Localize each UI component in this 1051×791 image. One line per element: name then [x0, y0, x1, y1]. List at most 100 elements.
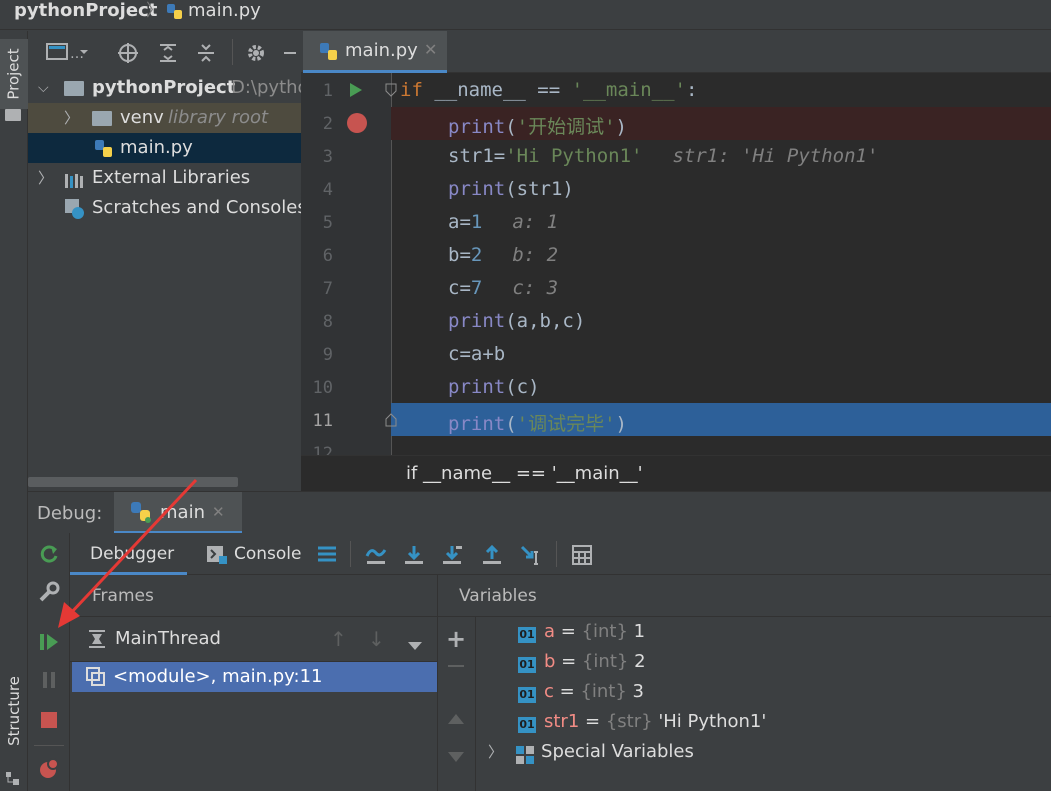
- editor-tab-main-py[interactable]: main.py ✕: [303, 31, 447, 73]
- chevron-right-icon[interactable]: 〉: [38, 163, 53, 193]
- add-watch-icon[interactable]: +: [446, 625, 466, 653]
- debug-config-tab-main[interactable]: main ✕: [114, 492, 242, 534]
- wrench-icon[interactable]: [38, 581, 60, 603]
- run-icon[interactable]: [349, 82, 363, 103]
- python-icon: [130, 501, 152, 528]
- view-mode-dropdown-icon[interactable]: …: [46, 41, 88, 63]
- previous-frame-icon[interactable]: ↑: [330, 627, 347, 651]
- project-toolbar: …: [28, 31, 301, 73]
- structure-tab-label: Structure: [5, 676, 23, 746]
- hamburger-menu-icon[interactable]: [316, 543, 338, 565]
- breakpoint-icon[interactable]: [347, 113, 367, 133]
- line-number: 7: [322, 279, 333, 299]
- fold-icon[interactable]: [385, 82, 397, 102]
- chevron-down-icon[interactable]: [408, 635, 422, 655]
- rerun-icon[interactable]: [38, 543, 60, 565]
- code-line-4: print(str1): [448, 178, 574, 200]
- python-file-icon: [94, 139, 114, 163]
- variable-row[interactable]: 01 str1 = {str} 'Hi Python1': [518, 707, 766, 737]
- code-editor[interactable]: 1 2 3 4 5 6 7 8 9 10 11 12 if __name__ =…: [301, 73, 1051, 455]
- venv-label: venv: [120, 107, 164, 128]
- close-icon[interactable]: ✕: [424, 40, 437, 59]
- editor-breadcrumb-bar: if __name__ == '__main__': [301, 455, 1051, 491]
- close-icon[interactable]: ✕: [212, 503, 225, 521]
- thread-icon: [88, 629, 106, 654]
- folder-icon: [64, 81, 84, 96]
- locate-file-icon[interactable]: [116, 41, 140, 65]
- variables-label: Variables: [459, 586, 537, 606]
- tree-item-venv[interactable]: 〉 venv library root: [28, 103, 301, 133]
- console-icon: [206, 545, 228, 570]
- line-number: 2: [322, 114, 333, 134]
- pause-icon[interactable]: [38, 669, 60, 691]
- stack-frame-item[interactable]: <module>, main.py:11: [72, 662, 437, 692]
- stop-icon[interactable]: [38, 709, 60, 731]
- tree-item-scratches[interactable]: Scratches and Consoles: [28, 193, 301, 223]
- run-to-cursor-icon[interactable]: [518, 543, 544, 567]
- variable-type-icon: 01: [518, 717, 536, 733]
- tree-item-external-libraries[interactable]: 〉 External Libraries: [28, 163, 301, 193]
- folder-icon: [5, 109, 21, 121]
- external-libraries-label: External Libraries: [92, 167, 251, 188]
- svg-text:…: …: [70, 46, 84, 62]
- structure-tool-tab[interactable]: Structure: [0, 661, 28, 761]
- tree-item-main-py[interactable]: main.py: [28, 133, 301, 163]
- tab-debugger-label: Debugger: [90, 544, 175, 564]
- code-line-3: str1='Hi Python1' str1: 'Hi Python1': [448, 145, 879, 167]
- debug-title: Debug:: [37, 503, 103, 524]
- left-tool-strip: Project Structure: [0, 31, 28, 791]
- remove-watch-icon[interactable]: [448, 665, 464, 667]
- tab-console[interactable]: Console: [204, 533, 304, 575]
- gear-icon[interactable]: [244, 41, 268, 65]
- variable-type-icon: 01: [518, 687, 536, 703]
- move-down-icon[interactable]: [448, 747, 464, 767]
- project-tool-tab[interactable]: Project: [0, 39, 28, 109]
- variable-row[interactable]: 01 a = {int} 1: [518, 617, 645, 647]
- code-line-10: print(c): [448, 376, 540, 398]
- chevron-right-icon[interactable]: 〉: [64, 103, 79, 133]
- variable-type-icon: 01: [518, 657, 536, 673]
- project-panel: … ⌵ pythonProject D:\pytho 〉 venv librar…: [28, 31, 301, 491]
- code-line-1: if __name__ == '__main__':: [400, 79, 698, 101]
- frames-header: Frames: [70, 575, 438, 617]
- toolbar-divider: [232, 39, 233, 65]
- library-icon: [64, 170, 86, 193]
- special-variables-row[interactable]: 〉 Special Variables: [488, 737, 694, 767]
- python-file-icon: [319, 42, 339, 67]
- evaluate-expression-icon[interactable]: [570, 543, 594, 567]
- debugger-toolbar: Debugger Console: [70, 533, 1051, 575]
- toolbar-divider: [350, 541, 351, 567]
- code-line-8: print(a,b,c): [448, 310, 586, 332]
- code-line-9: c=a+b: [448, 343, 506, 365]
- next-frame-icon[interactable]: ↓: [368, 627, 385, 651]
- view-breakpoints-icon[interactable]: [38, 757, 60, 779]
- tab-debugger[interactable]: Debugger: [70, 533, 187, 575]
- collapse-all-icon[interactable]: [194, 41, 218, 65]
- tree-item-project-root[interactable]: ⌵ pythonProject D:\pytho: [28, 73, 301, 103]
- project-root-label: pythonProject: [92, 77, 236, 98]
- horizontal-scrollbar[interactable]: [28, 477, 238, 487]
- chevron-right-icon[interactable]: 〉: [488, 743, 503, 761]
- expand-all-icon[interactable]: [156, 41, 180, 65]
- minimize-icon[interactable]: [282, 41, 298, 65]
- breadcrumb-project[interactable]: pythonProject: [14, 0, 157, 22]
- step-over-icon[interactable]: [402, 543, 426, 567]
- code-scope-breadcrumb[interactable]: if __name__ == '__main__': [406, 463, 643, 484]
- editor-tab-bar: main.py ✕: [301, 31, 1051, 73]
- fold-end-icon[interactable]: [385, 412, 397, 432]
- chevron-down-icon[interactable]: ⌵: [38, 73, 49, 103]
- step-into-icon[interactable]: [440, 543, 464, 567]
- thread-name: MainThread: [115, 628, 221, 649]
- thread-selector[interactable]: MainThread ↑ ↓: [70, 617, 438, 662]
- breadcrumb-file[interactable]: main.py: [188, 0, 261, 22]
- move-up-icon[interactable]: [448, 709, 464, 729]
- line-number: 6: [322, 246, 333, 266]
- resume-program-icon[interactable]: [38, 631, 60, 653]
- variable-row[interactable]: 01 c = {int} 3: [518, 677, 644, 707]
- step-out-icon[interactable]: [480, 543, 504, 567]
- code-line-6: b=2 b: 2: [448, 244, 559, 266]
- variable-row[interactable]: 01 b = {int} 2: [518, 647, 646, 677]
- toolbar-divider: [34, 745, 64, 746]
- line-number: 4: [322, 180, 333, 200]
- show-execution-point-icon[interactable]: [364, 543, 388, 567]
